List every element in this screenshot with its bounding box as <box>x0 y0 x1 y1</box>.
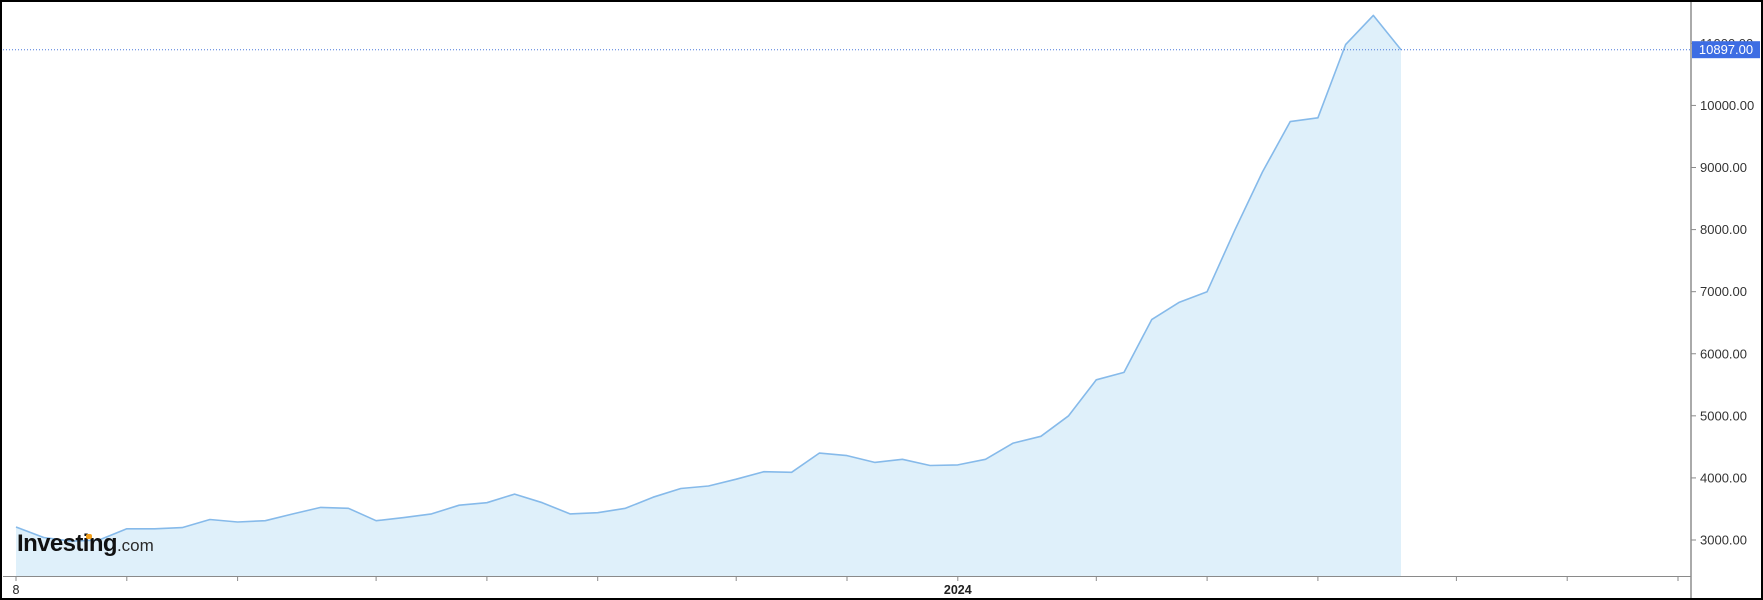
y-tick-label: 4000.00 <box>1700 470 1747 485</box>
y-tick-label: 10000.00 <box>1700 98 1754 113</box>
logo-accent-icon <box>86 534 92 539</box>
x-tick-label: 8 <box>13 583 20 597</box>
y-tick-label: 9000.00 <box>1700 160 1747 175</box>
y-tick-label: 7000.00 <box>1700 284 1747 299</box>
logo-name: Investing <box>17 530 118 557</box>
area-chart: 3000.00 4000.00 5000.00 6000.00 7000.00 8000.… <box>3 2 1760 598</box>
last-price-label: 10897.00 <box>1699 42 1753 57</box>
last-price-marker: 10897.00 <box>1692 41 1760 59</box>
logo-suffix: .com <box>116 536 154 555</box>
y-tick-label: 6000.00 <box>1700 346 1747 361</box>
plot-area <box>3 14 1691 576</box>
investing-logo: Investing.com <box>17 530 154 558</box>
y-tick-label: 8000.00 <box>1700 222 1747 237</box>
y-tick-label: 3000.00 <box>1700 533 1747 548</box>
series-area-fill <box>16 15 1401 576</box>
x-tick-label: 2024 <box>944 583 972 597</box>
y-tick-label: 5000.00 <box>1700 408 1747 423</box>
